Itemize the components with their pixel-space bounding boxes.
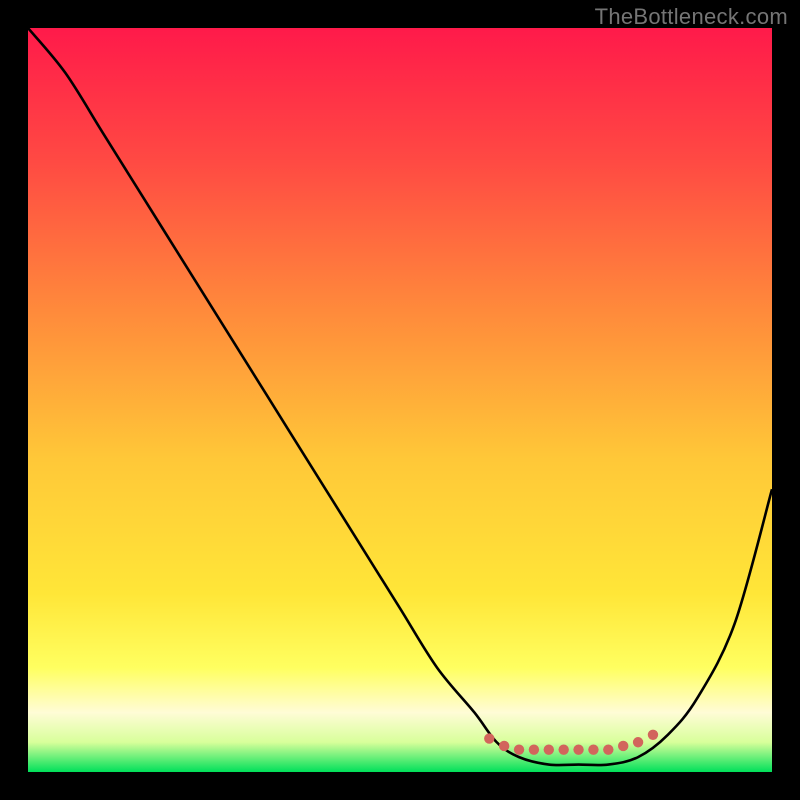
- optimal-dot: [588, 744, 598, 754]
- optimal-dot: [499, 741, 509, 751]
- watermark-text: TheBottleneck.com: [595, 4, 788, 30]
- optimal-dot: [544, 744, 554, 754]
- optimal-dot: [484, 733, 494, 743]
- optimal-dot: [603, 744, 613, 754]
- chart-frame: TheBottleneck.com: [0, 0, 800, 800]
- optimal-dot: [618, 741, 628, 751]
- optimal-dot: [514, 744, 524, 754]
- optimal-dot: [633, 737, 643, 747]
- optimal-dot: [648, 730, 658, 740]
- bottleneck-chart-svg: [28, 28, 772, 772]
- optimal-dot: [558, 744, 568, 754]
- plot-area: [28, 28, 772, 772]
- optimal-dot: [529, 744, 539, 754]
- gradient-background: [28, 28, 772, 772]
- optimal-dot: [573, 744, 583, 754]
